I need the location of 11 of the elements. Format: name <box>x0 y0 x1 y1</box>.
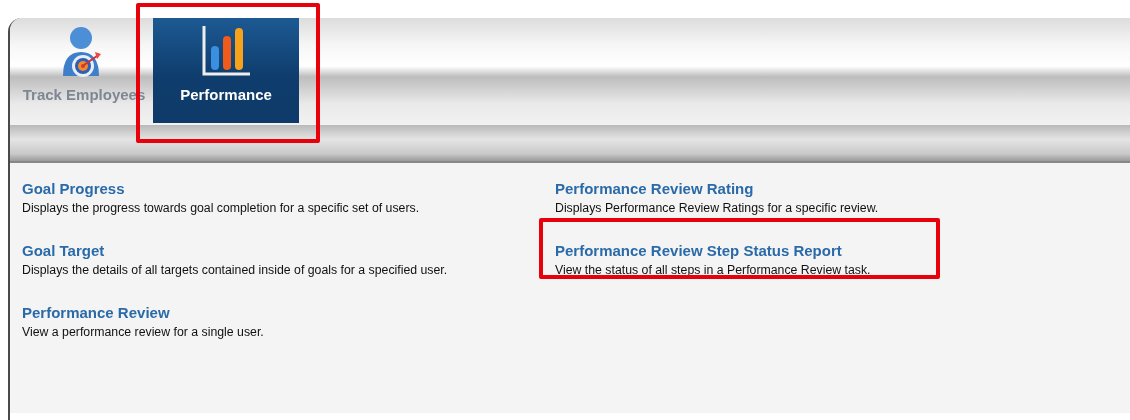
report-link[interactable]: Goal Target <box>22 241 105 260</box>
tab[interactable]: Performance <box>153 18 299 123</box>
report-description: Displays the progress towards goal completion for a specific set of users. <box>22 201 421 216</box>
report-link[interactable]: Performance Review Rating <box>555 179 754 198</box>
report-description: Displays the details of all targets contained inside of goals for a specified user. <box>22 263 449 278</box>
report-description: View the status of all steps in a Performance Review task. <box>555 263 872 278</box>
report-link[interactable]: Performance Review <box>22 303 170 322</box>
report-description: Displays Performance Review Ratings for a specific review. <box>555 201 880 216</box>
report-description: View a performance review for a single user. <box>22 325 265 340</box>
report-link[interactable]: Goal Progress <box>22 179 125 198</box>
report-link[interactable]: Performance Review Step Status Report <box>555 241 842 260</box>
